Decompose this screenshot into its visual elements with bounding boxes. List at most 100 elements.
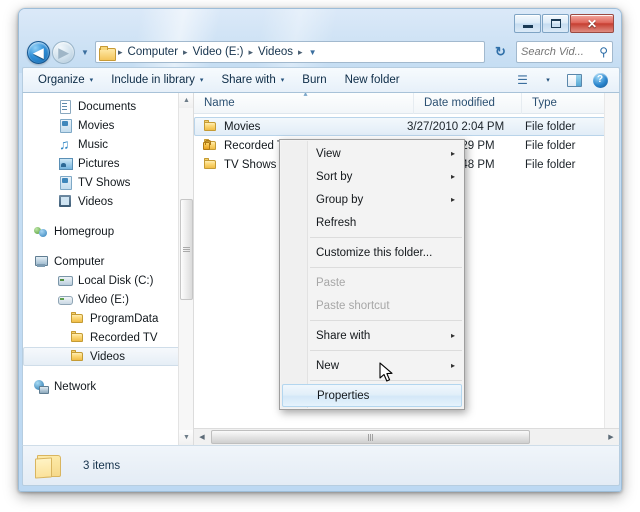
minimize-button[interactable] <box>514 14 541 33</box>
context-menu-item-paste: Paste <box>280 271 464 294</box>
search-box[interactable]: ⚲ <box>516 41 613 63</box>
toolbar-include-in-library-button[interactable]: Include in library ▾ <box>102 71 212 89</box>
sidebar-item-music[interactable]: Music <box>23 135 193 154</box>
toolbar-share-with-button[interactable]: Share with ▾ <box>212 71 293 89</box>
help-button[interactable]: ? <box>589 70 611 90</box>
breadcrumb-bar[interactable]: ▸ Computer ▸ Video (E:) ▸ Videos ▸ ▼ <box>95 41 485 63</box>
context-menu-item-new[interactable]: New ▸ <box>280 354 464 377</box>
scroll-up-arrow-icon[interactable]: ▲ <box>179 93 193 108</box>
sidebar-item-homegroup[interactable]: Homegroup <box>23 222 193 241</box>
menu-item-label: Paste shortcut <box>316 299 390 312</box>
context-menu-item-share-with[interactable]: Share with ▸ <box>280 324 464 347</box>
sidebar-item-label: Documents <box>78 100 137 113</box>
close-button[interactable]: ✕ <box>570 14 614 33</box>
sidebar-item-label: TV Shows <box>78 176 131 189</box>
sidebar-item-computer[interactable]: Computer <box>23 252 193 271</box>
sidebar-item-recorded-tv[interactable]: Recorded TV <box>23 328 193 347</box>
sidebar-item-programdata[interactable]: ProgramData <box>23 309 193 328</box>
minimize-icon <box>522 24 533 28</box>
table-row[interactable]: Movies 3/27/2010 2:04 PM File folder <box>194 117 619 136</box>
context-menu-item-view[interactable]: View ▸ <box>280 142 464 165</box>
chevron-down-icon: ▾ <box>280 77 285 84</box>
column-header-date-modified[interactable]: Date modified <box>414 93 522 114</box>
sidebar-item-label: Local Disk (C:) <box>78 274 154 287</box>
menu-separator <box>310 350 462 351</box>
explorer-window: ✕ ◀ ▶ ▼ ▸ Computer ▸ Video (E:) ▸ Videos… <box>18 8 622 492</box>
preview-pane-button[interactable] <box>563 70 585 90</box>
breadcrumb-separator: ▸ <box>183 46 188 57</box>
change-view-button[interactable]: ☰ <box>511 70 533 90</box>
sidebar-item-label: Music <box>78 138 109 151</box>
context-menu-item-group-by[interactable]: Group by ▸ <box>280 188 464 211</box>
refresh-button[interactable]: ↻ <box>489 41 512 63</box>
sidebar-item-video-e[interactable]: Video (E:) <box>23 290 193 309</box>
context-menu-item-sort-by[interactable]: Sort by ▸ <box>280 165 464 188</box>
sidebar-item-label: Homegroup <box>54 225 115 238</box>
toolbar-label: Organize <box>38 74 85 86</box>
breadcrumb-videos[interactable]: Videos <box>255 45 296 59</box>
toolbar-label: Share with <box>221 74 276 86</box>
toolbar-label: New folder <box>344 74 400 86</box>
sidebar-item-videos-folder[interactable]: Videos <box>23 347 189 366</box>
context-menu-item-customize-this-folder[interactable]: Customize this folder... <box>280 241 464 264</box>
back-button[interactable]: ◀ <box>27 40 50 64</box>
sidebar-item-network[interactable]: Network <box>23 377 193 396</box>
maximize-button[interactable] <box>542 14 569 33</box>
file-list-horizontal-scrollbar[interactable]: ◀ ▶ <box>194 428 619 445</box>
navpane-scrollbar[interactable]: ▲ ▼ <box>178 93 193 445</box>
sidebar-item-documents[interactable]: Documents <box>23 97 193 116</box>
search-input[interactable] <box>521 46 600 58</box>
submenu-arrow-icon: ▸ <box>450 361 455 370</box>
chevron-down-icon: ▾ <box>89 77 94 84</box>
toolbar-burn-button[interactable]: Burn <box>293 71 335 89</box>
sidebar-item-tv-shows[interactable]: TV Shows <box>23 173 193 192</box>
status-bar: 3 items <box>22 445 620 486</box>
view-dropdown-button[interactable]: ▾ <box>537 70 559 90</box>
file-list-vertical-scrollbar[interactable] <box>604 93 619 445</box>
breadcrumb-computer[interactable]: Computer <box>125 45 182 59</box>
breadcrumb-video-drive[interactable]: Video (E:) <box>190 45 247 59</box>
context-menu-item-refresh[interactable]: Refresh <box>280 211 464 234</box>
toolbar-new-folder-button[interactable]: New folder <box>336 71 409 89</box>
address-dropdown-icon[interactable]: ▼ <box>305 48 321 57</box>
context-menu-item-properties[interactable]: Properties <box>282 384 462 407</box>
column-header-type[interactable]: Type <box>522 93 612 114</box>
scroll-down-arrow-icon[interactable]: ▼ <box>179 430 193 445</box>
drive-icon <box>57 292 73 307</box>
context-menu: View ▸ Sort by ▸ Group by ▸ Refresh Cust… <box>279 139 465 410</box>
file-name-cell: Movies <box>202 119 407 134</box>
computer-icon <box>33 254 49 269</box>
menu-item-label: Properties <box>317 389 370 402</box>
column-header-name[interactable]: Name <box>194 93 414 114</box>
sidebar-item-videos-library[interactable]: Videos <box>23 192 193 211</box>
window-controls: ✕ <box>514 14 614 33</box>
toolbar-organize-button[interactable]: Organize ▾ <box>29 71 102 89</box>
navigation-pane: Documents Movies Music Pictures TV Shows… <box>23 93 193 445</box>
folder-icon <box>69 349 85 364</box>
refresh-icon: ↻ <box>495 44 506 59</box>
network-icon <box>33 379 49 394</box>
menu-item-label: Sort by <box>316 170 353 183</box>
sidebar-item-label: Videos <box>90 350 125 363</box>
forward-button[interactable]: ▶ <box>52 40 75 64</box>
sidebar-item-local-disk-c[interactable]: Local Disk (C:) <box>23 271 193 290</box>
hscroll-thumb[interactable] <box>211 430 530 444</box>
help-icon: ? <box>592 72 608 88</box>
address-bar: ◀ ▶ ▼ ▸ Computer ▸ Video (E:) ▸ Videos ▸… <box>19 37 621 67</box>
menu-item-label: New <box>316 359 340 372</box>
scroll-left-arrow-icon[interactable]: ◀ <box>194 429 210 445</box>
recent-pages-button[interactable]: ▼ <box>79 41 91 64</box>
sidebar-item-pictures[interactable]: Pictures <box>23 154 193 173</box>
menu-item-label: Group by <box>316 193 364 206</box>
disk-icon <box>57 273 73 288</box>
scroll-right-arrow-icon[interactable]: ▶ <box>603 429 619 445</box>
sidebar-item-movies[interactable]: Movies <box>23 116 193 135</box>
file-date-cell: 3/27/2010 2:04 PM <box>407 120 505 133</box>
file-name-label: Movies <box>224 120 261 133</box>
menu-item-label: Share with <box>316 329 371 342</box>
sidebar-item-label: ProgramData <box>90 312 159 325</box>
navpane-scroll-thumb[interactable] <box>180 199 193 300</box>
